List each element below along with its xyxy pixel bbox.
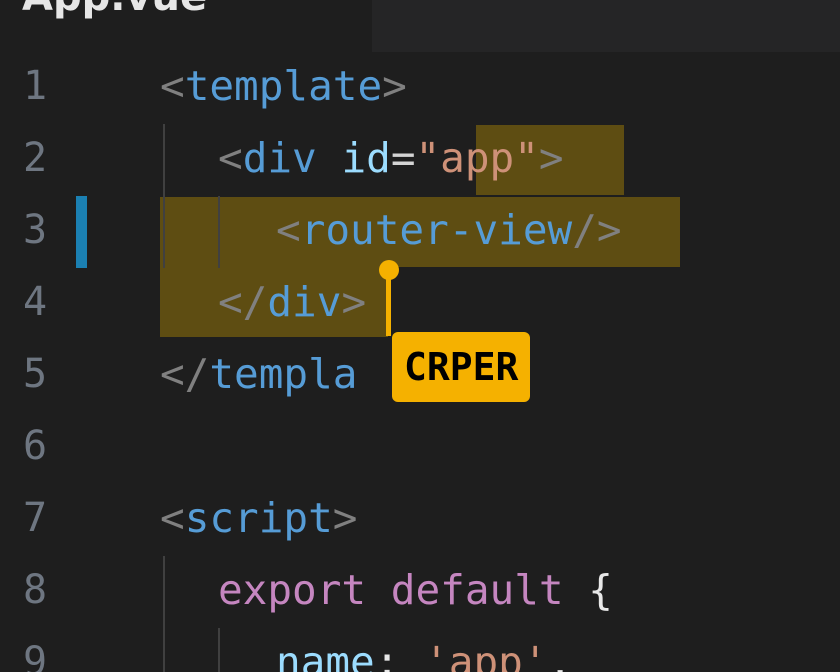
code-token: { [563, 566, 613, 614]
code-token: div [242, 134, 317, 182]
code-text: </div> [218, 266, 366, 338]
code-token: script [184, 494, 333, 542]
line-number: 3 [22, 207, 48, 253]
code-token: /> [572, 206, 622, 254]
code-token: template [184, 62, 383, 110]
tab-bar: App.vue [0, 0, 840, 52]
code-text: </templa [160, 338, 357, 410]
code-token: name [276, 638, 375, 672]
code-text: name: 'app', [276, 626, 572, 672]
code-line[interactable]: 4 </div> [0, 266, 840, 338]
code-token: < [160, 494, 185, 542]
code-line[interactable]: 7 <script> [0, 482, 840, 554]
code-token: </ [160, 350, 210, 398]
line-number: 5 [22, 351, 48, 397]
code-line[interactable]: 2 <div id="app"> [0, 122, 840, 194]
tab-title[interactable]: App.vue [22, 0, 207, 20]
code-token: div [267, 278, 342, 326]
code-token: < [218, 134, 243, 182]
code-token: < [276, 206, 301, 254]
code-token: > [538, 134, 564, 182]
code-token: > [332, 494, 358, 542]
line-number: 9 [22, 639, 48, 672]
code-token: , [547, 638, 573, 672]
code-token: templa [209, 350, 358, 398]
line-number: 8 [22, 567, 48, 613]
code-token: export [218, 566, 367, 614]
code-text: <template> [160, 52, 407, 122]
code-token: < [160, 62, 185, 110]
line-number: 6 [22, 423, 48, 469]
code-token: 'app' [424, 638, 548, 672]
code-text: <div id="app"> [218, 122, 564, 194]
line-number: 2 [22, 135, 48, 181]
tab-bar-empty-area [372, 0, 840, 52]
code-text: <router-view/> [276, 194, 622, 266]
code-editor[interactable]: 1 <template> 2 <div id="app"> 3 <router-view/… [0, 52, 840, 672]
code-token: "app" [415, 134, 539, 182]
code-line[interactable]: 6 [0, 410, 840, 482]
code-token: : [374, 638, 425, 672]
line-number: 4 [22, 279, 48, 325]
code-token: id [341, 134, 391, 182]
code-text: <script> [160, 482, 357, 554]
code-line[interactable]: 3 <router-view/> [0, 194, 840, 266]
code-token: router-view [300, 206, 573, 254]
code-token: > [341, 278, 367, 326]
line-number: 1 [22, 63, 48, 109]
collaborator-name-flag: CRPER [392, 332, 531, 402]
collaborator-cursor [386, 266, 391, 336]
line-number: 7 [22, 495, 48, 541]
code-token: default [390, 566, 564, 614]
code-text: export default { [218, 554, 613, 626]
code-token: </ [218, 278, 268, 326]
code-line[interactable]: 1 <template> [0, 52, 840, 122]
code-line[interactable]: 8 export default { [0, 554, 840, 626]
code-token: = [390, 134, 416, 182]
code-line[interactable]: 9 name: 'app', [0, 626, 840, 672]
code-token: > [382, 62, 407, 110]
